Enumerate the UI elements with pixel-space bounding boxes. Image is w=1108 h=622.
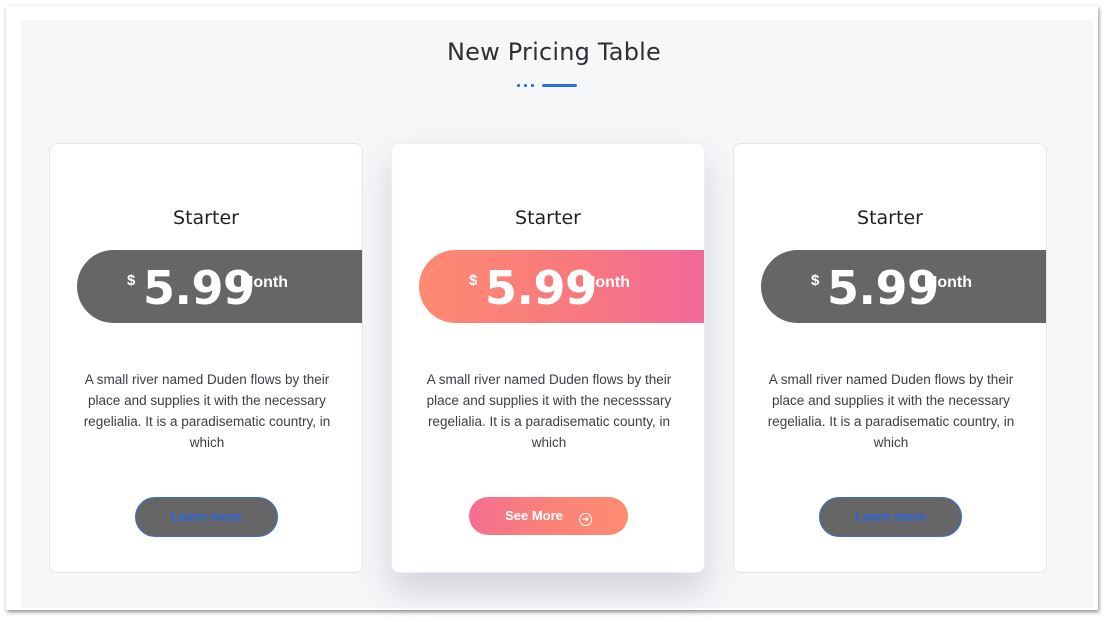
currency-symbol: $ [811,272,820,289]
pricing-card: Starter $ 5.99 Month A small river named… [49,143,363,573]
arrow-circle-right-icon: ➜ [578,513,592,526]
price-pill: $ 5.99 Month [77,250,362,323]
divider-dot [531,84,534,87]
price-period: Month [582,274,630,291]
plan-description: A small river named Duden flows by their… [767,372,1015,450]
pricing-card-featured: Starter $ 5.99 Month A small river named… [391,143,705,573]
divider-dot [524,84,527,87]
see-more-label: See More [505,508,563,523]
currency-symbol: $ [469,272,478,289]
plan-name: Starter [515,207,581,229]
learn-more-button[interactable]: Learn more [135,497,278,537]
price-amount: 5.99 [827,261,939,315]
divider-dot [517,84,520,87]
currency-symbol: $ [127,272,136,289]
plan-description: A small river named Duden flows by their… [426,372,672,450]
see-more-button[interactable]: See More ➜ [469,497,628,535]
window-frame: New Pricing Table Starter $ 5.99 Month A… [6,6,1098,610]
price-amount: 5.99 [143,261,255,315]
price-pill: $ 5.99 Month [419,250,704,323]
plan-description: A small river named Duden flows by their… [83,372,331,450]
price-period: Month [240,274,288,291]
learn-more-button[interactable]: Learn more [819,497,962,537]
plan-name: Starter [857,207,923,229]
price-period: Month [924,274,972,291]
plan-name: Starter [173,207,239,229]
divider-bar [542,84,577,87]
price-amount: 5.99 [485,261,597,315]
price-pill: $ 5.99 Month [761,250,1046,323]
pricing-card: Starter $ 5.99 Month A small river named… [733,143,1047,573]
section-title: New Pricing Table [447,38,661,66]
